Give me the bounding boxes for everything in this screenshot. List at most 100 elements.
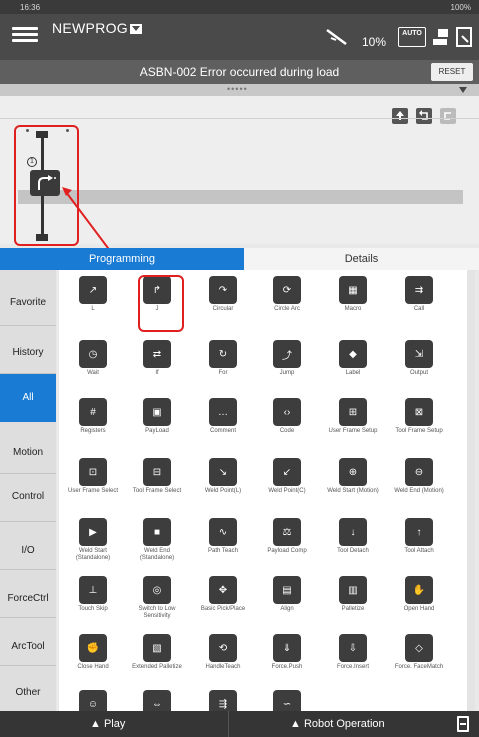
command-label: Weld Start (Standalone) [75,548,111,561]
command-label: PayLoad [145,428,169,434]
command-jump[interactable]: ⤴ Jump [257,340,317,377]
category-io[interactable]: I/O [0,521,56,569]
command-weld-start-motion[interactable]: ⊕ Weld Start (Motion) [323,458,383,495]
command-label: Comment [209,428,236,434]
category-arctool[interactable]: ArcTool [0,617,56,665]
command-weld-end-standalone[interactable]: ■ Weld End (Standalone) [127,518,187,562]
command-registers[interactable]: # Registers [63,398,123,435]
palette-scrollbar[interactable] [467,270,475,711]
command-tool-attach[interactable]: ↑ Tool Attach [389,518,449,555]
command-macro[interactable]: ▦ Macro [323,276,383,313]
command-label: Palletize [341,606,365,612]
tag-icon: ◆ [339,340,367,368]
command-label: User Frame Select [67,488,118,494]
category-control[interactable]: Control [0,473,56,521]
command-label: Payload Comp [267,548,307,554]
bottom-divider [228,711,229,737]
tab-programming[interactable]: Programming [0,248,244,270]
command-label: Path Teach [208,548,238,554]
command-stopwatch[interactable]: ◷ Wait [63,340,123,377]
command-label: Macro [344,306,362,312]
command-extended-palletize[interactable]: ▧ Extended Palletize [127,634,187,671]
command-tool-detach[interactable]: ↓ Tool Detach [323,518,383,555]
weld-end-standalone-icon: ■ [143,518,171,546]
command-tool-frame-setup[interactable]: ⊠ Tool Frame Setup [389,398,449,435]
command-user-frame-select[interactable]: ⊡ User Frame Select [63,458,123,495]
command-force-facematch[interactable]: ◇ Force. FaceMatch [389,634,449,671]
command-label: Code [279,428,295,434]
category-history[interactable]: History [0,325,56,373]
open-hand-icon: ✋ [405,576,433,604]
command-align[interactable]: ▤ Align [257,576,317,613]
close-hand-icon: ✊ [79,634,107,662]
command-call[interactable]: ⇉ Call [389,276,449,313]
category-forcectrl[interactable]: ForceCtrl [0,569,56,617]
command-if-branch[interactable]: ⇄ If [127,340,187,377]
command-io-transfer[interactable]: ⇔ [127,690,187,711]
command-label: User Frame Setup [328,428,378,434]
jump-icon: ⤴ [273,340,301,368]
editor-tabs: Programming Details [0,248,479,270]
command-low-sensitivity[interactable]: ◎ Switch to Low Sensitivity [127,576,187,620]
command-weld-end-motion[interactable]: ⊖ Weld End (Motion) [389,458,449,495]
command-user-frame-setup[interactable]: ⊞ User Frame Setup [323,398,383,435]
category-other[interactable]: Other [0,665,56,711]
command-label: If [155,370,159,376]
command-arc-weld[interactable]: ∽ [257,690,317,711]
command-palletize[interactable]: ▥ Palletize [323,576,383,613]
command-payload-comp[interactable]: ⚖ Payload Comp [257,518,317,555]
tool-frame-select-icon: ⊟ [143,458,171,486]
command-label: Jump [279,370,295,376]
command-force-insert[interactable]: ⇩ Force.Insert [323,634,383,671]
user-frame-select-icon: ⊡ [79,458,107,486]
path-teach-icon: ∿ [209,518,237,546]
command-output[interactable]: ⇲ Output [389,340,449,377]
command-robot[interactable]: ☺ [63,690,123,711]
command-linear-move[interactable]: ↗ L [63,276,123,313]
command-handle-teach[interactable]: ⟲ HandleTeach [193,634,253,671]
command-tool-frame-select[interactable]: ⊟ Tool Frame Select [127,458,187,495]
category-all[interactable]: All [0,374,56,422]
palletize-icon: ▥ [339,576,367,604]
command-label: Circular [212,306,234,312]
command-label: Weld Point(C) [268,488,306,494]
command-path-teach[interactable]: ∿ Path Teach [193,518,253,555]
if-branch-icon: ⇄ [143,340,171,368]
command-circular-move[interactable]: ↷ Circular [193,276,253,313]
command-weld-point-c[interactable]: ↙ Weld Point(C) [257,458,317,495]
command-circle-arc[interactable]: ⟳ Circle Arc [257,276,317,313]
weld-end-motion-icon: ⊖ [405,458,433,486]
command-label: Call [413,306,425,312]
robot-operation-button[interactable]: ▲ Robot Operation [290,718,385,730]
command-open-hand[interactable]: ✋ Open Hand [389,576,449,613]
save-icon[interactable] [457,716,469,732]
tablet-app: 16:36 100% NEWPROG 10% AUTO ASBN-002 Err… [0,0,479,737]
handle-teach-icon: ⟲ [209,634,237,662]
category-motion[interactable]: Motion [0,425,56,473]
command-touch-skip[interactable]: ⊥ Touch Skip [63,576,123,613]
payload-icon: ▣ [143,398,171,426]
command-close-hand[interactable]: ✊ Close Hand [63,634,123,671]
low-sensitivity-icon: ◎ [143,576,171,604]
command-label: Extended Palletize [132,664,182,670]
command-pick-place[interactable]: ✥ Basic Pick/Place [193,576,253,613]
category-favorite[interactable]: Favorite [0,270,56,320]
command-weld-point-l[interactable]: ↘ Weld Point(L) [193,458,253,495]
command-label: Switch to Low Sensitivity [138,606,176,619]
force-push-icon: ⇓ [273,634,301,662]
force-facematch-icon: ◇ [405,634,433,662]
code-icon: ‹› [273,398,301,426]
command-tag[interactable]: ◆ Label [323,340,383,377]
command-for-loop[interactable]: ↻ For [193,340,253,377]
play-button[interactable]: ▲ Play [90,718,125,730]
command-conveyor[interactable]: ⇶ [193,690,253,711]
command-payload[interactable]: ▣ PayLoad [127,398,187,435]
weld-point-c-icon: ↙ [273,458,301,486]
tab-details[interactable]: Details [244,248,479,270]
command-label: Weld Point(L) [204,488,242,494]
command-code[interactable]: ‹› Code [257,398,317,435]
registers-icon: # [79,398,107,426]
command-force-push[interactable]: ⇓ Force.Push [257,634,317,671]
command-comment[interactable]: … Comment [193,398,253,435]
command-weld-start-standalone[interactable]: ▶ Weld Start (Standalone) [63,518,123,562]
